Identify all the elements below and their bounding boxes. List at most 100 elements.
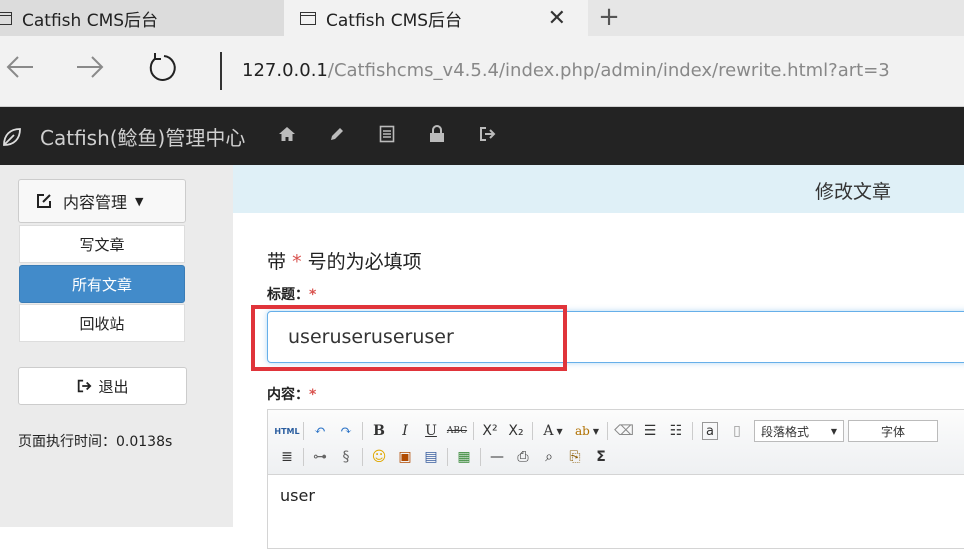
required-star: * [292, 251, 302, 273]
caret-down-icon: ▼ [830, 426, 837, 436]
content-label-text: 内容： [267, 387, 309, 403]
tab-page-icon [0, 11, 12, 25]
browser-tab-1[interactable]: Catfish CMS后台 [0, 0, 284, 36]
font-label: 字体 [880, 424, 905, 439]
reload-icon[interactable] [143, 50, 183, 92]
toolbar-divider [303, 448, 304, 466]
image-icon[interactable]: ▣ [392, 445, 418, 469]
required-star: * [309, 387, 317, 403]
top-nav-icons [278, 125, 528, 143]
toolbar-divider [480, 448, 481, 466]
tab-1-label: Catfish CMS后台 [22, 10, 159, 31]
tab-page-icon [300, 11, 316, 25]
page-icon[interactable]: ▯ [724, 419, 750, 443]
sidebar: 内容管理 ▼ 写文章 所有文章 回收站 退出 页面执行时间：0.0138s [0, 165, 233, 527]
home-icon[interactable] [278, 125, 328, 143]
paragraph-format-label: 段落格式 [761, 424, 810, 439]
content-management-dropdown[interactable]: 内容管理 ▼ [18, 179, 186, 223]
superscript-icon[interactable]: X² [477, 419, 503, 443]
subscript-icon[interactable]: X₂ [503, 419, 529, 443]
page-title: 修改文章 [815, 181, 892, 203]
unordered-list-icon[interactable]: ☷ [663, 419, 689, 443]
print-icon[interactable]: ⎙ [510, 445, 536, 469]
logout-icon[interactable] [478, 125, 528, 143]
leaf-icon [3, 127, 21, 146]
toolbar-divider [447, 448, 448, 466]
undo-icon[interactable]: ↶ [307, 419, 333, 443]
tab-2-label: Catfish CMS后台 [326, 10, 463, 31]
bold-icon[interactable]: B [366, 419, 392, 443]
toolbar-row-2: ≣ ⊶ § ☺ ▣ ▤ ▦ — ⎙ ⌕ ⎘ Σ [274, 444, 614, 470]
sidebar-item-all-articles[interactable]: 所有文章 [19, 265, 185, 303]
preview-icon[interactable]: ⌕ [536, 445, 562, 469]
formula-icon[interactable]: Σ [588, 445, 614, 469]
address-bar: 127.0.0.1/Catfishcms_v4.5.4/index.php/ad… [0, 36, 964, 107]
html-source-icon[interactable]: HTML [274, 419, 300, 443]
url-path: /Catfishcms_v4.5.4/index.php/admin/index… [327, 60, 890, 81]
editor-content[interactable]: user [280, 486, 315, 505]
toolbar-divider [362, 422, 363, 440]
emoticon-icon[interactable]: ☺ [366, 445, 392, 469]
eraser-icon[interactable]: ⌫ [611, 419, 637, 443]
required-note-prefix: 带 [267, 251, 287, 273]
back-arrow-icon[interactable] [0, 50, 40, 92]
logout-icon [78, 379, 92, 393]
lock-icon[interactable] [428, 125, 478, 143]
underline-icon[interactable]: U [418, 419, 444, 443]
sidebar-item-recycle-bin[interactable]: 回收站 [19, 304, 185, 342]
logout-button[interactable]: 退出 [18, 367, 187, 405]
top-nav-bar: Catfish(鲶鱼)管理中心 [0, 107, 964, 165]
content-label: 内容：* [267, 384, 316, 404]
new-tab-button[interactable]: + [596, 2, 622, 32]
pencil-icon[interactable] [328, 125, 378, 143]
title-label-text: 标题： [267, 287, 309, 303]
caret-down-icon: ▼ [135, 194, 144, 208]
browser-tab-2[interactable]: Catfish CMS后台 ✕ [284, 0, 588, 36]
unlink-icon[interactable]: § [333, 445, 359, 469]
horizontal-rule-icon[interactable]: — [484, 445, 510, 469]
paragraph-format-select[interactable]: 段落格式 ▼ [754, 420, 844, 442]
list-icon[interactable] [378, 125, 428, 143]
align-right-icon[interactable]: ≣ [274, 445, 300, 469]
gallery-icon[interactable]: ▦ [451, 445, 477, 469]
toolbar-divider [692, 422, 693, 440]
ordered-list-icon[interactable]: ☰ [637, 419, 663, 443]
strikethrough-icon[interactable]: ABC [444, 419, 470, 443]
font-color-icon[interactable]: A ▼ [536, 419, 570, 443]
link-icon[interactable]: ⊶ [307, 445, 333, 469]
required-star: * [309, 287, 317, 303]
page-header: 修改文章 [233, 165, 964, 213]
video-icon[interactable]: ▤ [418, 445, 444, 469]
url-field[interactable]: 127.0.0.1/Catfishcms_v4.5.4/index.php/ad… [242, 60, 890, 81]
required-note-suffix: 号的为必填项 [307, 251, 422, 273]
redo-icon[interactable]: ↷ [333, 419, 359, 443]
toolbar-divider [607, 422, 608, 440]
content-management-label: 内容管理 [63, 193, 128, 212]
toolbar-divider [532, 422, 533, 440]
edit-icon [37, 194, 51, 208]
address-separator [220, 52, 222, 90]
toolbar-divider [303, 422, 304, 440]
forward-arrow-icon[interactable] [70, 50, 110, 92]
editor-toolbar: HTML ↶ ↷ B I U ABC X² X₂ A▼ ab▼ ⌫ ☰ ☷ [268, 410, 964, 475]
highlight-box [251, 305, 567, 371]
brand-label: Catfish(鲶鱼)管理中心 [40, 126, 246, 150]
url-host: 127.0.0.1 [242, 60, 328, 81]
main-content: 修改文章 带 * 号的为必填项 标题：* 内容：* HTML ↶ ↷ B I U… [233, 165, 964, 549]
paste-icon[interactable]: ⎘ [562, 445, 588, 469]
font-select[interactable]: 字体 [848, 420, 938, 442]
anchor-icon[interactable]: a [702, 422, 718, 440]
execution-time: 页面执行时间：0.0138s [18, 434, 173, 450]
toolbar-divider [473, 422, 474, 440]
highlight-color-icon[interactable]: ab ▼ [570, 419, 604, 443]
title-label: 标题：* [267, 284, 316, 304]
logout-label: 退出 [98, 377, 129, 396]
brand[interactable]: Catfish(鲶鱼)管理中心 [0, 122, 245, 151]
close-tab-icon[interactable]: ✕ [548, 6, 566, 31]
italic-icon[interactable]: I [392, 419, 418, 443]
toolbar-divider [362, 448, 363, 466]
required-note: 带 * 号的为必填项 [267, 247, 422, 274]
sidebar-item-write-article[interactable]: 写文章 [19, 225, 185, 263]
toolbar-row-1: HTML ↶ ↷ B I U ABC X² X₂ A▼ ab▼ ⌫ ☰ ☷ [274, 418, 938, 444]
rich-text-editor[interactable]: HTML ↶ ↷ B I U ABC X² X₂ A▼ ab▼ ⌫ ☰ ☷ [267, 409, 964, 549]
